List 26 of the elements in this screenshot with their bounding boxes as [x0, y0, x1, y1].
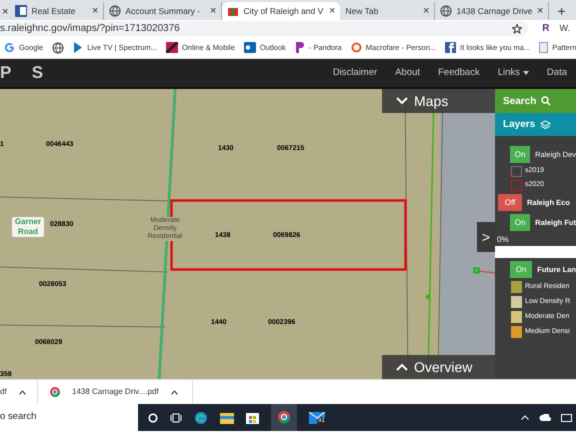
close-icon[interactable]: ×: [210, 2, 216, 20]
overview-panel-header[interactable]: Overview: [382, 355, 495, 379]
browser-tab[interactable]: City of Raleigh and V ×: [222, 2, 340, 20]
close-icon[interactable]: ×: [329, 2, 336, 20]
extension-icon[interactable]: W.: [560, 22, 570, 36]
nav-link[interactable]: Data: [546, 66, 567, 80]
profile-icon[interactable]: R: [542, 21, 550, 36]
address-bar[interactable]: s.raleighnc.gov/imaps/?pin=1713020376: [0, 21, 528, 36]
nav-link[interactable]: Feedback: [438, 66, 480, 80]
nav-link[interactable]: Links: [498, 66, 520, 80]
taskbar-search-field[interactable]: o search: [0, 404, 138, 431]
new-tab-button[interactable]: +: [549, 2, 574, 20]
progress-label: 0%: [496, 234, 510, 246]
close-icon[interactable]: ×: [92, 2, 98, 20]
collapse-panel-button[interactable]: >: [477, 222, 495, 252]
map-label: Garner Road: [12, 217, 44, 237]
close-icon[interactable]: ×: [0, 4, 10, 20]
nav-link[interactable]: Disclaimer: [332, 66, 378, 80]
layers-tab[interactable]: Layers: [495, 113, 576, 136]
search-button[interactable]: Search: [495, 89, 576, 113]
maps-panel-header[interactable]: Maps: [382, 89, 495, 113]
nav-link[interactable]: About: [395, 66, 420, 80]
layer-toggle-button[interactable]: Off: [498, 194, 522, 211]
close-icon[interactable]: ×: [423, 2, 430, 20]
close-icon[interactable]: ×: [537, 2, 544, 20]
site-logo: P S: [0, 62, 52, 84]
